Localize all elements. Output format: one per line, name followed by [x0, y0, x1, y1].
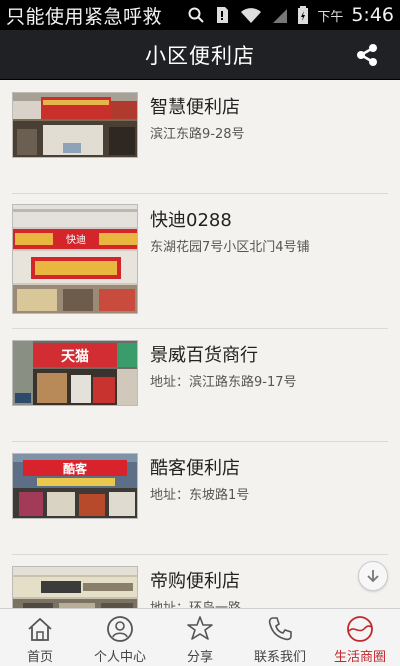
scroll-down-button[interactable] [358, 561, 388, 591]
store3-sign: 天猫 [61, 348, 89, 365]
store-address: 地址：滨江路东路9-17号 [150, 375, 297, 390]
store-name: 景威百货商行 [150, 345, 258, 366]
list-item[interactable]: 帝购便利店 地址：环岛一路 [12, 555, 388, 608]
tab-home[interactable]: 首页 [0, 609, 80, 666]
share-icon [357, 44, 377, 66]
store-list[interactable]: 智慧便利店 滨江东路9-28号 快迪 快迪0288 东湖花园7号小区北门4号铺 … [0, 81, 400, 608]
user-icon [107, 616, 133, 642]
list-item[interactable]: 智慧便利店 滨江东路9-28号 [12, 81, 388, 194]
clock: 5:46 [351, 4, 394, 26]
tab-label: 首页 [26, 650, 53, 665]
tab-label: 联系我们 [253, 650, 306, 665]
share-star-icon [187, 616, 213, 640]
store-address: 滨江东路9-28号 [150, 127, 245, 142]
home-icon [28, 617, 52, 641]
search-icon [188, 7, 205, 23]
am-pm-label: 下午 [317, 9, 344, 25]
store-photo [12, 566, 138, 608]
status-bar: 只能使用紧急呼救 下午 5:46 [0, 0, 400, 30]
store-address: 东湖花园7号小区北门4号铺 [150, 240, 310, 255]
battery-icon [298, 6, 309, 24]
phone-icon [268, 617, 292, 641]
sim-warning-icon [217, 7, 229, 23]
store4-sign: 酷客 [63, 461, 88, 476]
store-photo: 酷客 [12, 453, 138, 519]
store2-sign: 快迪 [66, 234, 86, 246]
tab-label: 分享 [186, 650, 213, 665]
emergency-notice: 只能使用紧急呼救 [6, 5, 163, 28]
tab-share[interactable]: 分享 [160, 609, 240, 666]
signal-icon [273, 9, 288, 23]
tab-label: 生活商圈 [333, 650, 386, 665]
tab-profile[interactable]: 个人中心 [80, 609, 160, 666]
wifi-icon [241, 8, 262, 23]
life-circle-icon [347, 616, 373, 642]
store-name: 智慧便利店 [150, 97, 240, 118]
bottom-tab-bar: 首页 个人中心 分享 联系我们 生活商圈 [0, 608, 400, 666]
list-item[interactable]: 天猫 景威百货商行 地址：滨江路东路9-17号 [12, 329, 388, 442]
tab-contact[interactable]: 联系我们 [240, 609, 320, 666]
store-name: 快迪0288 [150, 210, 232, 231]
store-photo [12, 92, 138, 158]
store-name: 酷客便利店 [150, 458, 240, 479]
store-address: 地址：东坡路1号 [150, 488, 250, 503]
arrow-down-icon [367, 570, 379, 583]
page-title: 小区便利店 [145, 43, 255, 68]
store-photo: 快迪 [12, 204, 138, 314]
store-photo: 天猫 [12, 340, 138, 406]
store-name: 帝购便利店 [150, 571, 240, 592]
tab-label: 个人中心 [93, 650, 146, 665]
list-item[interactable]: 快迪 快迪0288 东湖花园7号小区北门4号铺 [12, 194, 388, 329]
store-address: 地址：环岛一路 [150, 597, 241, 608]
tab-life-circle[interactable]: 生活商圈 [320, 609, 400, 666]
share-button[interactable] [352, 40, 382, 70]
title-bar: 小区便利店 [0, 30, 400, 80]
list-item[interactable]: 酷客 酷客便利店 地址：东坡路1号 [12, 442, 388, 555]
